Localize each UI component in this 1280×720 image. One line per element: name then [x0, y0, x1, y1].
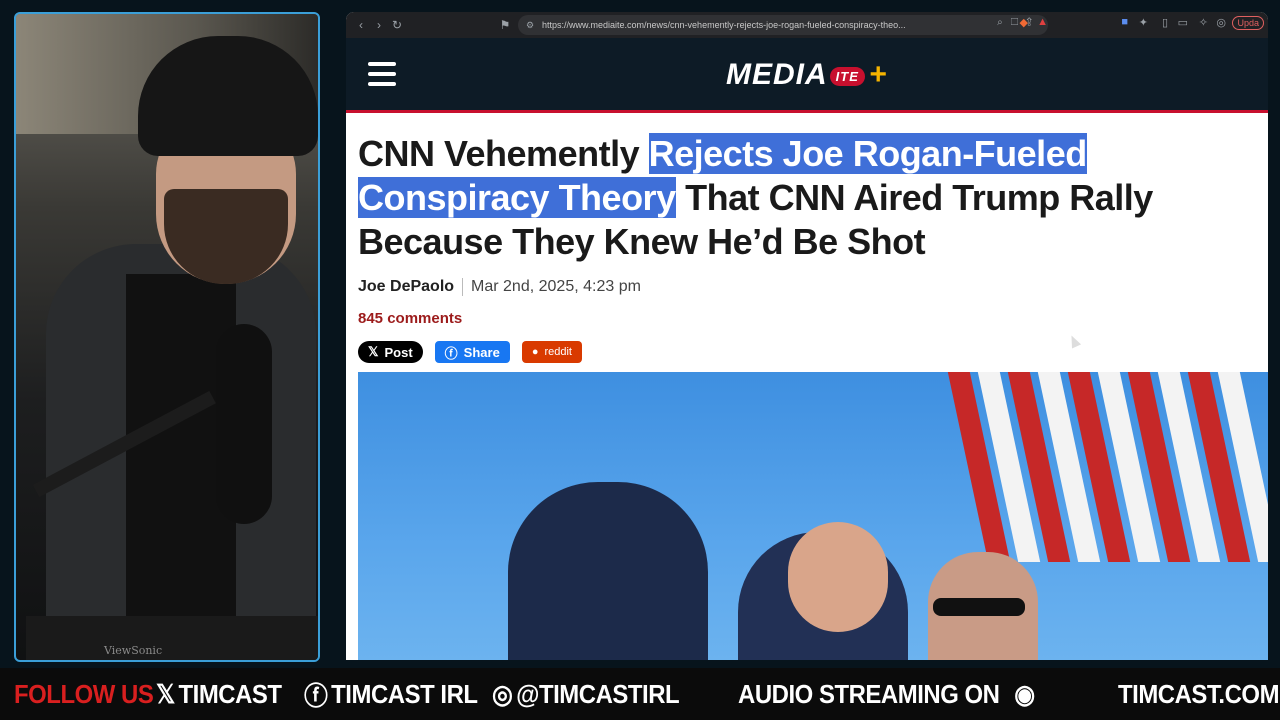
comments-link[interactable]: 845 comments [358, 310, 1258, 327]
brave-rewards-icon[interactable]: ▲ [1037, 16, 1048, 28]
wallet-icon[interactable]: ▭ [1178, 16, 1188, 29]
article: CNN Vehemently Rejects Joe Rogan-Fueled … [358, 132, 1258, 363]
publish-date: Mar 2nd, 2025, 4:23 pm [471, 278, 641, 295]
microphone [216, 324, 272, 524]
article-photo [358, 372, 1268, 660]
monitor-brand: ViewSonic [104, 644, 163, 657]
brave-shield-icon[interactable]: ◆ [1020, 16, 1028, 29]
site-info-icon[interactable]: ⚙ [526, 20, 534, 31]
share-buttons: 𝕏 Post ⓕ Share ● reddit [358, 341, 1258, 363]
share-reddit-button[interactable]: ● reddit [521, 341, 582, 363]
extensions-icon[interactable]: ✦ [1139, 16, 1148, 29]
facebook-handle-text: TIMCAST IRL [331, 678, 478, 709]
share-facebook-button[interactable]: ⓕ Share [434, 341, 510, 363]
agent-left [508, 482, 708, 660]
reload-icon[interactable]: ↻ [388, 18, 406, 32]
headline-part-1: CNN Vehemently [358, 133, 649, 174]
bookmark-icon[interactable]: ⚑ [496, 18, 514, 32]
facebook-icon: ⓕ [444, 345, 458, 361]
site-logo[interactable]: MEDIA ITE + [726, 58, 887, 92]
american-flag [947, 372, 1268, 562]
browser-window: ‹ › ↻ ⚑ ⚙ https://www.mediaite.com/news/… [346, 12, 1268, 660]
menu-icon[interactable] [368, 62, 396, 86]
article-headline: CNN Vehemently Rejects Joe Rogan-Fueled … [358, 132, 1258, 264]
reddit-icon: ● [531, 346, 539, 358]
x-icon: 𝕏 [156, 678, 175, 709]
facebook-icon: ⓕ [304, 680, 328, 711]
instagram-handle-text: @TIMCASTIRL [516, 678, 680, 709]
website: TIMCAST.COM [1118, 678, 1280, 709]
x-icon: 𝕏 [368, 344, 379, 359]
logo-plus: + [868, 58, 888, 91]
browser-toolbar: ‹ › ↻ ⚑ ⚙ https://www.mediaite.com/news/… [346, 12, 1268, 38]
follow-us-label: FOLLOW US [14, 678, 154, 709]
share-reddit-label: reddit [544, 346, 572, 358]
address-bar[interactable]: ⚙ https://www.mediaite.com/news/cnn-vehe… [518, 15, 1048, 35]
social-ticker: FOLLOW US 𝕏 TIMCAST ⓕ TIMCAST IRL ◎ @TIMCAS… [0, 668, 1280, 720]
x-handle-text: TIMCAST [178, 678, 282, 709]
share-x-label: Post [384, 344, 413, 360]
sunglasses [933, 598, 1025, 616]
audio-streaming: AUDIO STREAMING ON ◉ [738, 679, 1035, 710]
sidebar-icon[interactable]: ▯ [1162, 16, 1168, 29]
back-icon[interactable]: ‹ [352, 18, 370, 32]
subject-head [788, 522, 888, 632]
logo-badge: ITE [829, 66, 865, 86]
extension-b-icon[interactable]: ■ [1121, 16, 1128, 28]
audio-streaming-text: AUDIO STREAMING ON [738, 678, 1000, 709]
webcam-panel: ViewSonic [14, 12, 320, 662]
byline: Joe DePaolo Mar 2nd, 2025, 4:23 pm [358, 278, 1258, 296]
facebook-handle: ⓕ TIMCAST IRL [304, 676, 478, 713]
instagram-handle: ◎ @TIMCASTIRL [492, 678, 680, 710]
x-handle: 𝕏 TIMCAST [156, 679, 282, 710]
share-fb-label: Share [463, 344, 500, 360]
vpn-icon[interactable]: ◎ [1216, 16, 1226, 29]
spotify-icon: ◉ [1014, 678, 1035, 709]
share-x-button[interactable]: 𝕏 Post [358, 341, 423, 363]
monitor [26, 616, 318, 660]
logo-text: MEDIA [726, 58, 828, 91]
forward-icon[interactable]: › [370, 18, 388, 32]
author-link[interactable]: Joe DePaolo [358, 278, 464, 296]
update-button[interactable]: Upda [1232, 16, 1264, 30]
url-text: https://www.mediaite.com/news/cnn-veheme… [542, 20, 906, 30]
site-header: MEDIA ITE + [346, 38, 1268, 113]
leo-icon[interactable]: ✧ [1199, 16, 1208, 29]
instagram-icon: ◎ [492, 678, 513, 709]
